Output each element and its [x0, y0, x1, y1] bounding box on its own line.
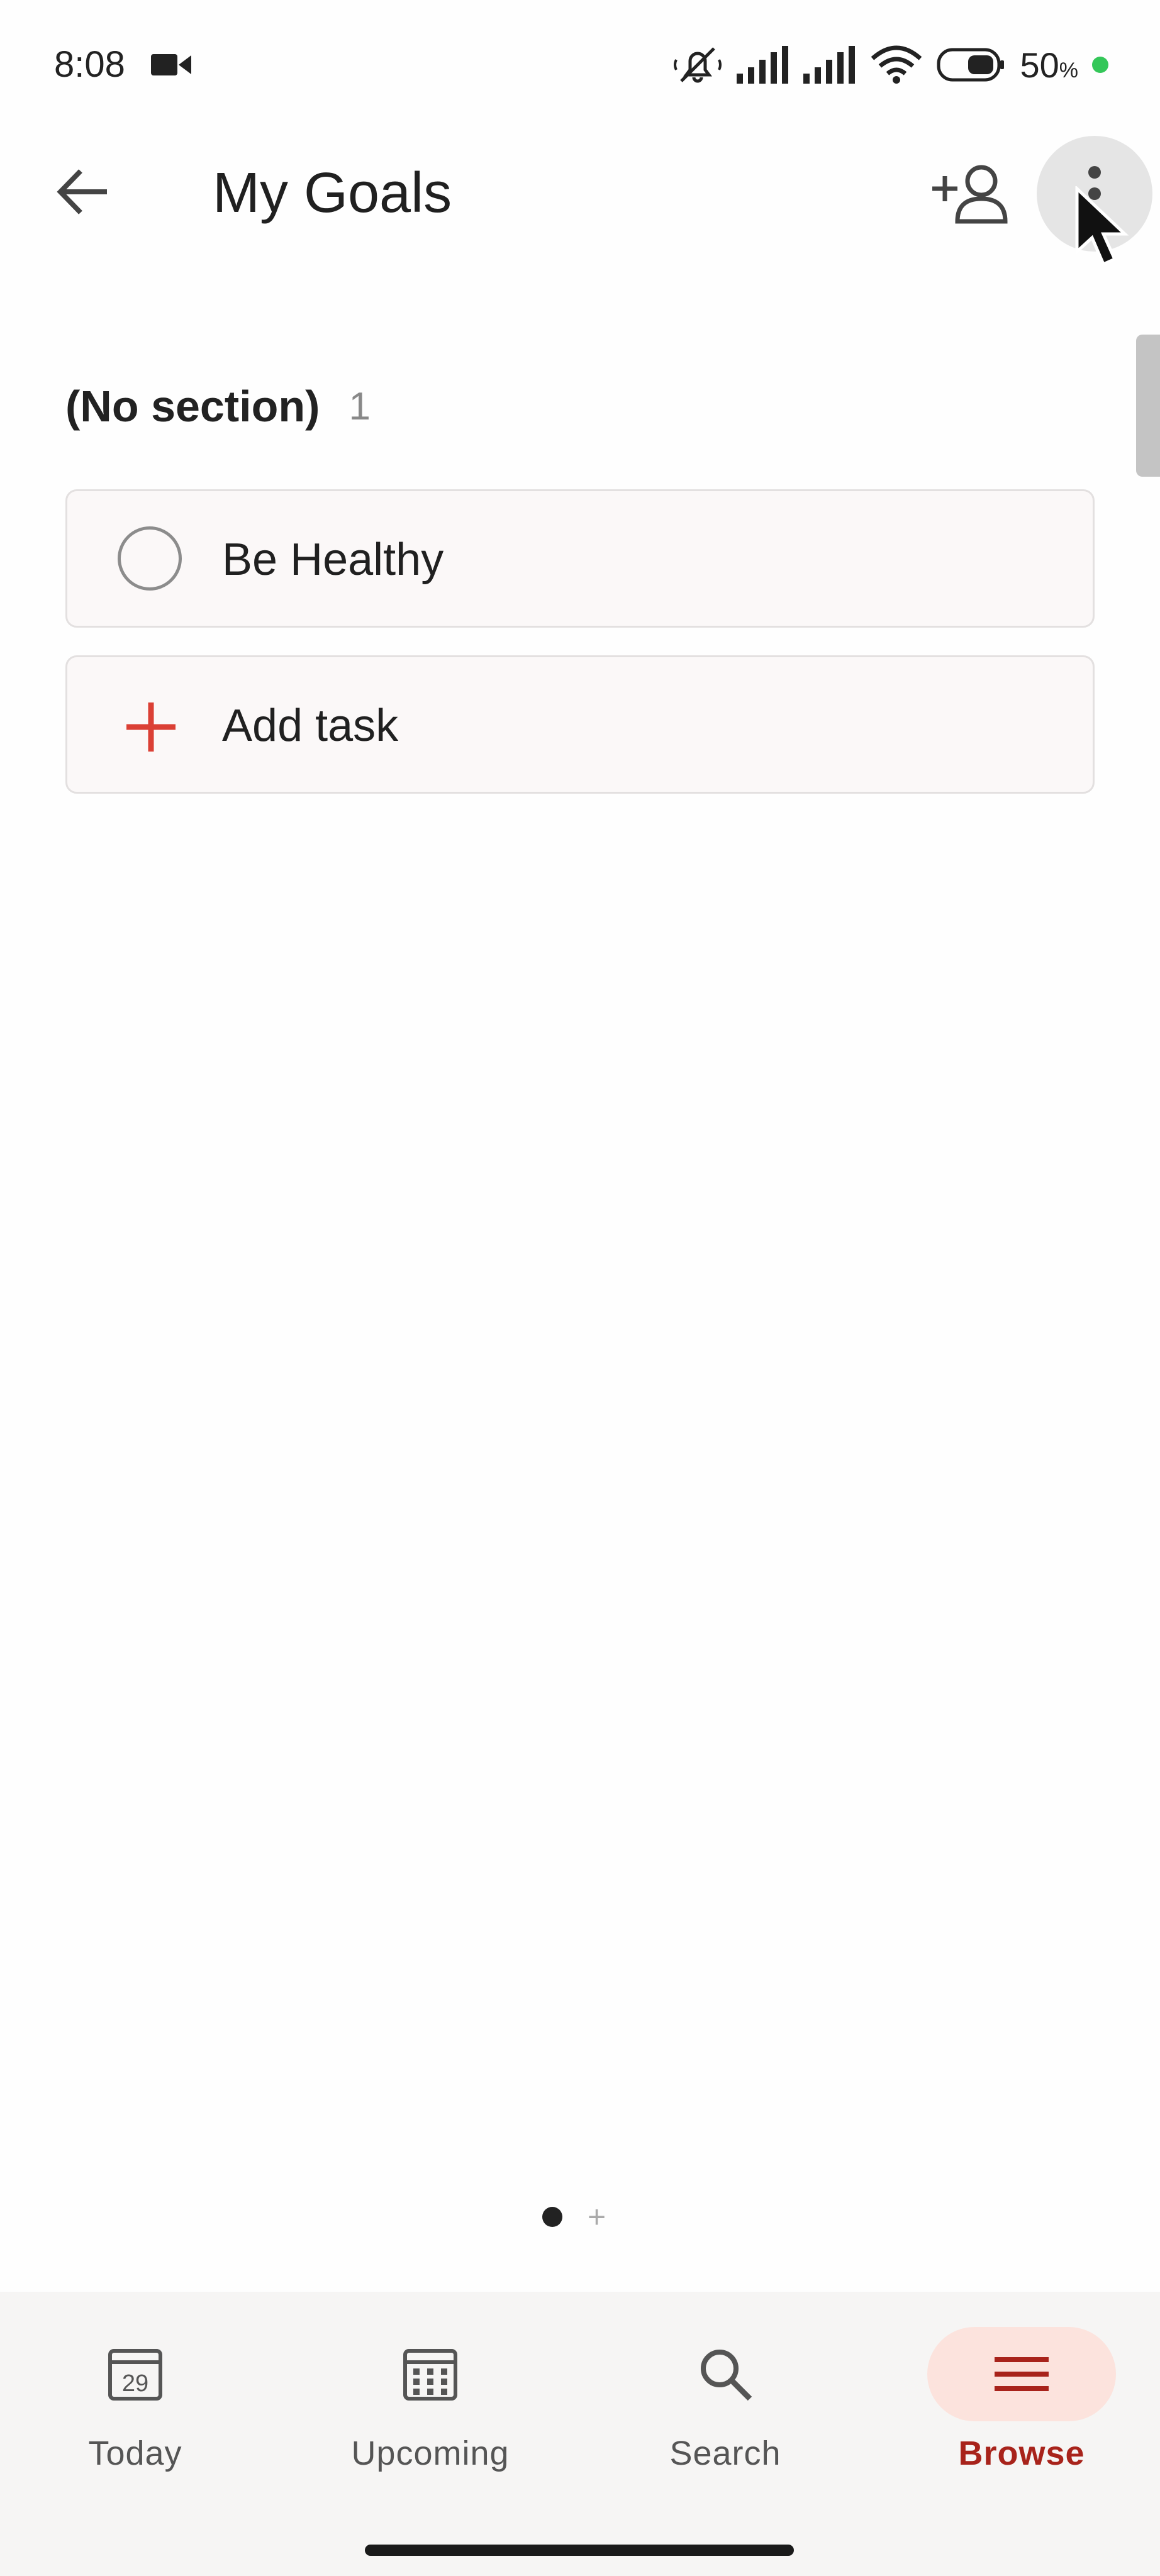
battery-percent: 50%	[1020, 45, 1078, 85]
calendar-today-icon: 29	[108, 2349, 162, 2401]
signal-icon	[803, 46, 856, 84]
search-icon	[701, 2350, 752, 2401]
page-add-indicator[interactable]: +	[588, 2201, 606, 2233]
nav-search[interactable]: Search	[612, 2327, 839, 2490]
scrollbar-thumb[interactable]	[1136, 335, 1160, 477]
battery-dot	[1092, 57, 1108, 73]
section-count: 1	[349, 384, 371, 428]
nav-upcoming[interactable]: Upcoming	[317, 2327, 544, 2490]
status-icons: 50%	[672, 43, 1108, 87]
wifi-icon	[871, 45, 922, 84]
video-icon	[151, 54, 191, 75]
page-dot-active	[542, 2207, 562, 2227]
svg-text:29: 29	[122, 2370, 148, 2397]
signal-icon	[737, 46, 789, 84]
section-name: (No section)	[65, 382, 320, 431]
battery-icon	[937, 48, 1005, 82]
plus-icon	[126, 702, 176, 752]
status-time: 8:08	[54, 44, 125, 85]
task-item[interactable]: Be Healthy	[65, 489, 1095, 628]
bottom-navigation: 29 Today Upcoming Search Browse	[0, 2292, 1160, 2576]
home-indicator[interactable]	[365, 2545, 794, 2556]
nav-browse-label: Browse	[958, 2434, 1085, 2472]
nav-browse[interactable]: Browse	[908, 2327, 1135, 2490]
section-header: (No section) 1	[65, 375, 371, 438]
add-task-label: Add task	[222, 701, 399, 751]
add-person-icon[interactable]	[929, 156, 1010, 231]
nav-today-label: Today	[88, 2434, 182, 2472]
back-arrow-icon[interactable]	[48, 157, 117, 226]
nav-today[interactable]: 29 Today	[22, 2327, 248, 2490]
page-title: My Goals	[213, 162, 452, 225]
nav-search-label: Search	[669, 2434, 781, 2472]
add-task-button[interactable]: Add task	[65, 655, 1095, 794]
calendar-grid-icon	[403, 2349, 457, 2401]
mouse-cursor-icon	[1075, 186, 1129, 267]
task-checkbox[interactable]	[118, 526, 182, 591]
menu-lines-icon	[995, 2357, 1049, 2391]
mute-icon	[674, 47, 722, 83]
task-label: Be Healthy	[222, 535, 444, 585]
page-indicator: +	[542, 2201, 606, 2233]
nav-upcoming-label: Upcoming	[351, 2434, 510, 2472]
